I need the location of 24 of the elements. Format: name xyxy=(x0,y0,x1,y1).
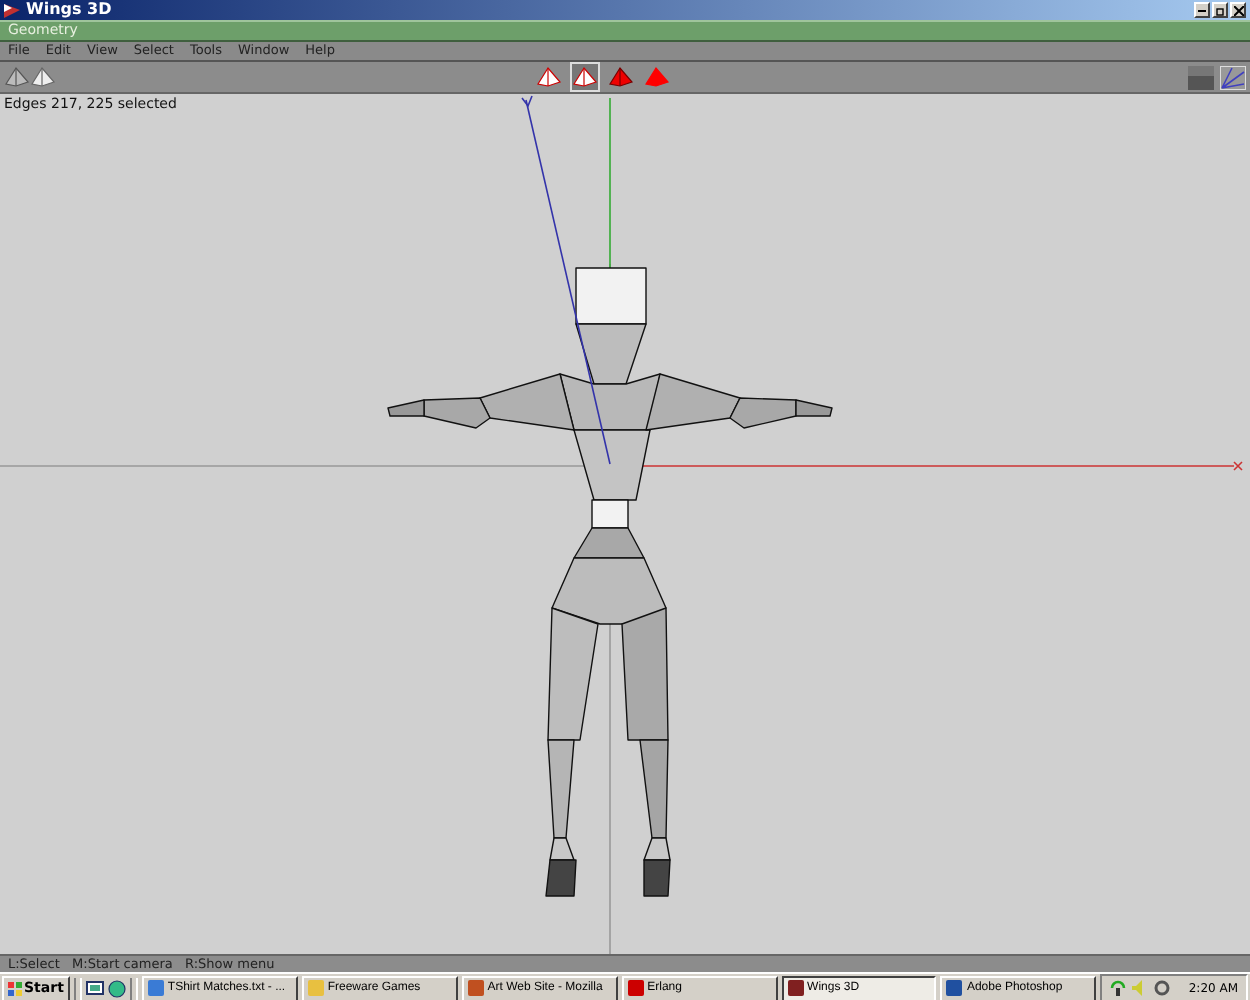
minimize-icon xyxy=(1198,8,1206,12)
app-icon xyxy=(147,980,164,996)
restore-button[interactable] xyxy=(1212,2,1228,18)
app-icon xyxy=(307,980,324,996)
windows-logo-icon xyxy=(8,981,22,995)
pyramid-icon[interactable] xyxy=(30,66,56,88)
app-icon xyxy=(946,980,963,996)
pyramid-icon[interactable] xyxy=(607,66,633,88)
pyramid-icon[interactable] xyxy=(571,66,597,88)
close-icon xyxy=(1233,5,1243,15)
pyramid-icon[interactable] xyxy=(4,66,30,88)
window-title: Wings 3D xyxy=(26,0,112,20)
axes-icon[interactable] xyxy=(1220,65,1246,89)
minimize-button[interactable] xyxy=(1194,2,1210,18)
app-icon xyxy=(467,980,484,996)
desktop-icon[interactable] xyxy=(85,979,104,997)
globe-icon[interactable] xyxy=(107,979,126,997)
app-icon xyxy=(627,980,644,996)
restore-icon xyxy=(1215,5,1225,15)
network-icon[interactable] xyxy=(1110,980,1127,996)
wings-logo-icon xyxy=(4,3,20,17)
app-icon xyxy=(787,980,804,996)
pyramid-icon[interactable] xyxy=(535,66,561,88)
close-button[interactable] xyxy=(1230,2,1246,18)
